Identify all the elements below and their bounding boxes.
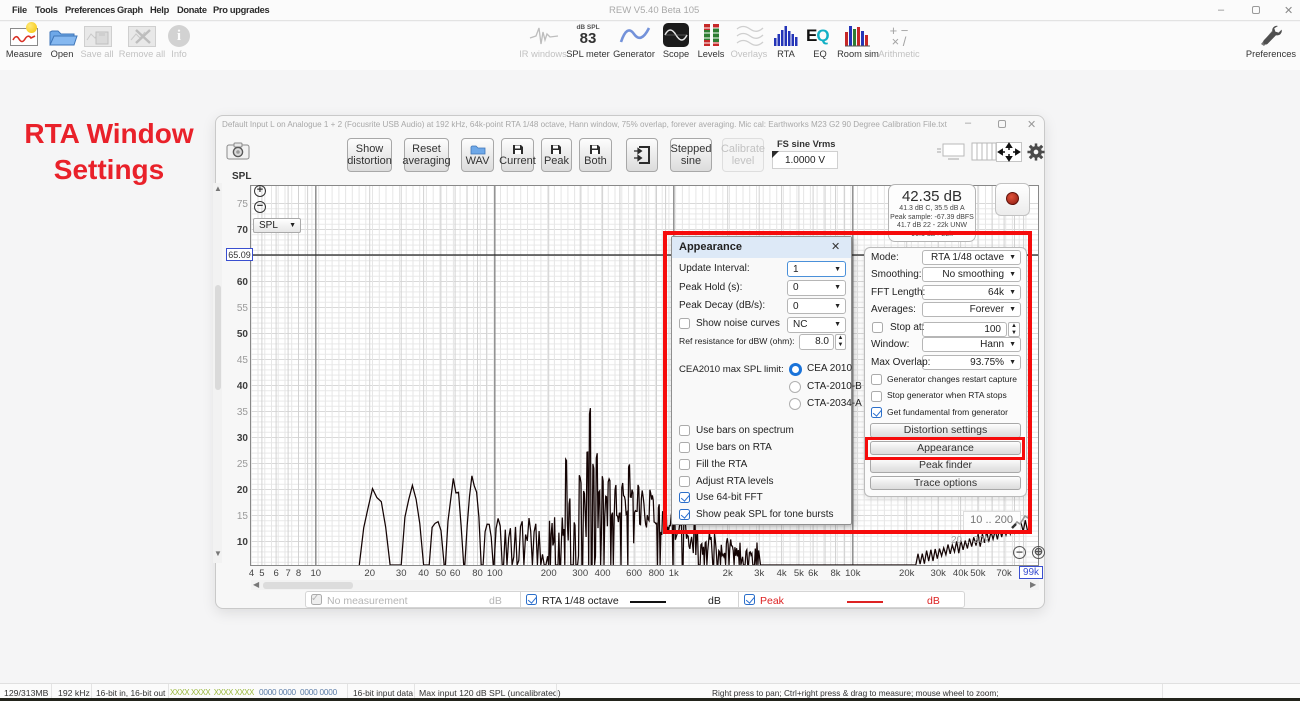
svg-text:30: 30 (237, 433, 249, 444)
svg-text:7: 7 (285, 568, 290, 579)
svg-text:8k: 8k (830, 568, 840, 579)
svg-text:4k: 4k (777, 568, 787, 579)
svg-text:8: 8 (296, 568, 301, 579)
svg-text:40: 40 (237, 381, 249, 392)
svg-text:60: 60 (450, 568, 461, 579)
svg-text:55: 55 (237, 303, 249, 314)
svg-text:80: 80 (472, 568, 483, 579)
svg-text:5: 5 (259, 568, 264, 579)
svg-text:10: 10 (237, 537, 249, 548)
svg-text:300: 300 (572, 568, 588, 579)
svg-text:20: 20 (237, 485, 249, 496)
svg-text:6k: 6k (808, 568, 818, 579)
svg-text:2k: 2k (723, 568, 733, 579)
svg-text:45: 45 (237, 355, 249, 366)
svg-text:20: 20 (364, 568, 375, 579)
svg-text:400: 400 (595, 568, 611, 579)
svg-text:70k: 70k (996, 568, 1012, 579)
svg-text:10k: 10k (845, 568, 861, 579)
svg-text:75: 75 (237, 199, 249, 210)
svg-text:200: 200 (541, 568, 557, 579)
svg-text:3k: 3k (754, 568, 764, 579)
svg-text:40: 40 (418, 568, 429, 579)
svg-text:5k: 5k (794, 568, 804, 579)
svg-text:6: 6 (273, 568, 278, 579)
svg-text:800: 800 (649, 568, 665, 579)
svg-text:30k: 30k (931, 568, 947, 579)
svg-text:20k: 20k (899, 568, 915, 579)
svg-text:50: 50 (237, 329, 249, 340)
svg-text:10: 10 (311, 568, 322, 579)
svg-text:60: 60 (237, 277, 249, 288)
svg-text:100: 100 (487, 568, 503, 579)
svg-text:15: 15 (237, 511, 249, 522)
svg-text:35: 35 (237, 407, 249, 418)
svg-text:1k: 1k (669, 568, 679, 579)
svg-text:30: 30 (396, 568, 407, 579)
svg-text:50k: 50k (970, 568, 986, 579)
svg-text:25: 25 (237, 459, 249, 470)
svg-text:50: 50 (436, 568, 447, 579)
svg-text:70: 70 (237, 225, 249, 236)
svg-text:40k: 40k (953, 568, 969, 579)
svg-text:4: 4 (249, 568, 254, 579)
svg-text:600: 600 (626, 568, 642, 579)
